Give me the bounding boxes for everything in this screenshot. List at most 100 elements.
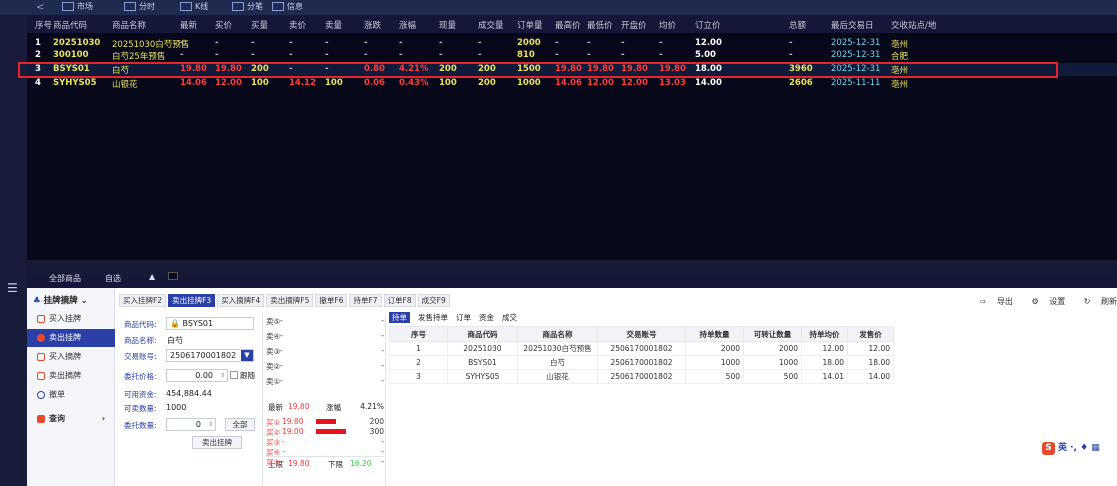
holdings-col-header[interactable]: 序号 [389,326,448,342]
quote-cell: - [555,38,559,48]
quote-cell: - [364,50,368,60]
sell-level[interactable]: 卖① - - [266,376,384,386]
nav-query[interactable]: 查询 › [27,410,115,428]
quote-row[interactable]: 4 SYHYS05 山银花 14.06 12.00 100 14.12 100 0.06 0.43… [27,77,1117,90]
buy-level[interactable]: 买② 19.00 300 [266,427,384,437]
tab-info[interactable]: 信息 [272,0,303,15]
holdings-col-header[interactable]: 持单均价 [801,326,848,342]
tab-market[interactable]: 市场 [62,0,93,15]
tab-hold-deals[interactable]: 成交 [502,313,517,322]
menu-icon[interactable]: ☰ [7,281,19,295]
export-button[interactable]: ⇨ 导出 [972,297,1013,306]
dropdown-icon[interactable]: ▼ [241,350,253,361]
level-volume: - [381,361,384,370]
quote-cell: 2606 [789,78,813,88]
ime-toolbar[interactable]: S英 ·, ♦ ▦ [1042,440,1100,455]
avail-qty-value: 1000 [166,403,187,412]
holdings-col-header[interactable]: 交易账号 [597,326,686,342]
code-input[interactable]: 🔒 BSYS01 [166,317,254,330]
selected-row-highlight [18,62,1058,78]
qty-stepper-icon[interactable]: ⇕ [208,419,213,430]
holdings-col-header[interactable]: 商品名称 [517,326,598,342]
col-header[interactable]: 涨幅 [399,19,416,31]
stepper-icon[interactable]: ⇕ [220,370,225,381]
submit-sell-button[interactable]: 卖出挂牌 [192,436,242,449]
tab-sell-list[interactable]: 卖出挂牌F3 [168,294,216,307]
col-header[interactable]: 卖量 [325,19,342,31]
col-header[interactable]: 现量 [439,19,456,31]
col-header[interactable]: 商品名称 [112,19,146,31]
price-input[interactable]: 0.00 ⇕ [166,369,228,382]
watchlist-tab[interactable]: 自选 [105,273,121,284]
col-header[interactable]: 最后交易日 [831,19,874,31]
quote-cell: 12.00 [621,78,648,88]
col-header[interactable]: 最新 [180,19,197,31]
settings-button[interactable]: ⚙ 设置 [1023,297,1065,306]
col-header[interactable]: 总额 [789,19,806,31]
col-header[interactable]: 卖价 [289,19,306,31]
holdings-col-header[interactable]: 持单数量 [685,326,744,342]
col-header[interactable]: 序号 [35,19,52,31]
last-price-row: 最新 19.80 涨幅 4.21% [268,402,384,412]
square-toggle[interactable] [168,272,178,280]
tab-sell-take[interactable]: 卖出摘牌F5 [266,294,314,307]
col-header[interactable]: 买量 [251,19,268,31]
col-header[interactable]: 最低价 [587,19,613,31]
sell-level[interactable]: 卖⑤ - - [266,316,384,326]
follow-checkbox[interactable] [230,371,238,379]
arrow-up-icon[interactable]: ▲ [149,272,155,281]
tab-timeshare[interactable]: 分时 [124,0,155,15]
nav-sell-list[interactable]: 卖出挂牌 [27,329,115,347]
all-button[interactable]: 全部 [225,418,255,431]
quote-cell: - [180,38,184,48]
holdings-col-header[interactable]: 商品代码 [447,326,518,342]
col-header[interactable]: 订单量 [517,19,543,31]
col-header[interactable]: 订立价 [695,19,721,31]
nav-cancel[interactable]: 撤单 [27,386,115,404]
tab-buy-take[interactable]: 买入摘牌F4 [217,294,265,307]
buy-level[interactable]: 买③ - - [266,437,384,447]
refresh-button[interactable]: ↻ 刷新 [1076,297,1117,306]
col-header[interactable]: 涨跌 [364,19,381,31]
account-select[interactable]: 2506170001802 ▼ [166,349,254,362]
depth-bar [316,429,346,434]
back-icon[interactable]: < [36,2,44,13]
level-price: 19.00 [282,427,304,436]
buy-level[interactable]: 买⑤ - - [266,457,384,467]
tab-hold[interactable]: 持单F7 [349,294,382,307]
all-goods-tab[interactable]: 全部商品 [49,273,81,284]
tab-ticks[interactable]: 分笔 [232,0,263,15]
col-header[interactable]: 均价 [659,19,676,31]
nav-sell-take[interactable]: 卖出摘牌 [27,367,115,385]
col-header[interactable]: 交收站点/地 [891,19,936,31]
tab-holdings[interactable]: 持单 [389,312,410,323]
sell-level[interactable]: 卖③ - - [266,346,384,356]
col-header[interactable]: 开盘价 [621,19,647,31]
sell-level[interactable]: 卖② - - [266,361,384,371]
qty-input[interactable]: 0 ⇕ [166,418,216,431]
col-header[interactable]: 买价 [215,19,232,31]
nav-buy-take[interactable]: 买入摘牌 [27,348,115,366]
nav-title[interactable]: ♣ 挂牌摘牌 ⌄ [33,294,88,306]
col-header[interactable]: 最高价 [555,19,581,31]
nav-buy-list[interactable]: 买入挂牌 [27,310,115,328]
tab-hold-orders[interactable]: 订单 [456,313,471,322]
tab-issue-holdings[interactable]: 发售持单 [418,313,448,322]
holdings-row[interactable]: 3 SYHYS05 山银花 2506170001802 500 500 14.01 14.00 [389,369,894,384]
holdings-col-header[interactable]: 可转让数量 [743,326,802,342]
holdings-row[interactable]: 1 20251030 20251030白芍预售 2506170001802 2000 20… [389,341,894,356]
tab-cancel[interactable]: 撤单F6 [315,294,348,307]
sell-level[interactable]: 卖④ - - [266,331,384,341]
buy-level[interactable]: 买④ - - [266,447,384,457]
quote-row[interactable]: 2 300100 白芍25年预售 - - - - - - - - - 810 - - - - 5.00 - 2025-… [27,49,1117,62]
tab-kline[interactable]: K线 [180,0,208,15]
col-header[interactable]: 商品代码 [53,19,87,31]
holdings-col-header[interactable]: 发售价 [847,326,894,342]
tab-funds[interactable]: 资金 [479,313,494,322]
buy-level[interactable]: 买① 19.80 200 [266,417,384,427]
holdings-row[interactable]: 2 BSYS01 白芍 2506170001802 1000 1000 18.00 18.00 [389,355,894,370]
tab-deals[interactable]: 成交F9 [417,294,450,307]
tab-buy-list[interactable]: 买入挂牌F2 [119,294,167,307]
col-header[interactable]: 成交量 [478,19,504,31]
tab-orders[interactable]: 订单F8 [383,294,416,307]
